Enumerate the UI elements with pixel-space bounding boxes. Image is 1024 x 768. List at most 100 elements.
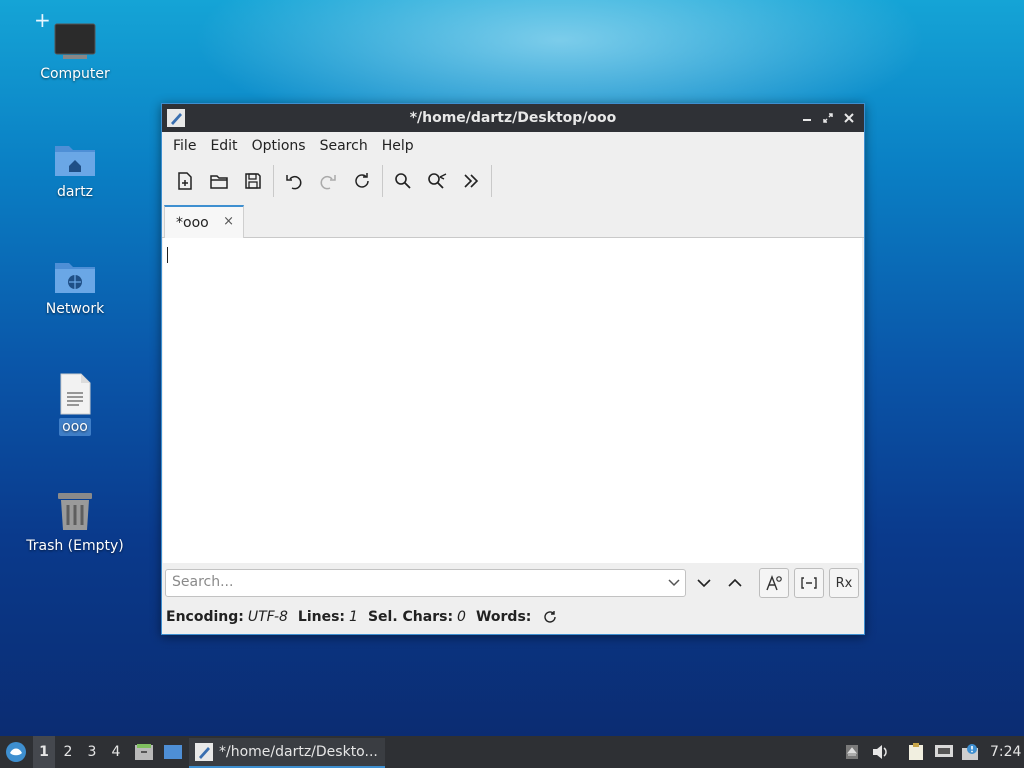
menu-search[interactable]: Search xyxy=(313,138,375,154)
words-label: Words: xyxy=(475,609,532,625)
text-file-icon xyxy=(60,373,91,415)
menu-edit[interactable]: Edit xyxy=(203,138,244,154)
search-input[interactable] xyxy=(166,570,658,594)
desktop-icon-label: Network xyxy=(45,301,105,317)
menu-options[interactable]: Options xyxy=(245,138,313,154)
close-icon xyxy=(844,113,854,123)
text-editor-app-icon xyxy=(167,109,185,127)
desktop-icon-home-folder[interactable]: dartz xyxy=(20,140,130,200)
search-combobox[interactable] xyxy=(165,569,686,597)
menu-file[interactable]: File xyxy=(166,138,203,154)
arrow-down-icon xyxy=(697,579,711,588)
taskbar-window-item[interactable]: */home/dartz/Deskto... xyxy=(189,738,385,768)
file-manager-launcher[interactable] xyxy=(132,736,156,768)
workspace-3[interactable]: 3 xyxy=(81,736,103,768)
match-case-button[interactable] xyxy=(759,568,789,598)
encoding-label: Encoding: xyxy=(166,609,244,625)
save-button[interactable] xyxy=(236,164,270,198)
lines-label: Lines: xyxy=(297,609,346,625)
chevron-double-right-icon xyxy=(464,174,479,188)
show-desktop-button[interactable] xyxy=(161,736,185,768)
text-editing-area[interactable] xyxy=(163,238,862,563)
desktop-icon-network[interactable]: Network xyxy=(20,257,130,317)
clipboard-icon xyxy=(909,743,923,760)
open-file-button[interactable] xyxy=(202,164,236,198)
tab-bar: *ooo × xyxy=(162,202,864,238)
lxqt-logo-icon xyxy=(6,742,26,762)
network-wired-icon xyxy=(935,745,953,757)
close-button[interactable] xyxy=(839,104,859,132)
start-menu-button[interactable] xyxy=(3,736,29,768)
desktop-icon-label: dartz xyxy=(56,184,94,200)
tray-notification-button[interactable] xyxy=(960,736,982,768)
text-editor-app-icon xyxy=(195,743,213,761)
toolbar xyxy=(162,160,864,202)
notification-icon xyxy=(962,744,978,760)
more-tools-button[interactable] xyxy=(454,164,488,198)
text-caret xyxy=(167,247,168,263)
tray-eject-button[interactable] xyxy=(842,736,862,768)
search-icon xyxy=(395,173,411,189)
workspace-1[interactable]: 1 xyxy=(33,736,55,768)
restore-button[interactable] xyxy=(818,104,838,132)
find-previous-button[interactable] xyxy=(724,573,746,593)
tray-network-button[interactable] xyxy=(933,736,955,768)
redo-icon xyxy=(320,175,336,190)
whole-word-icon xyxy=(801,577,817,589)
desktop-icon-label: Computer xyxy=(40,66,110,82)
new-file-icon xyxy=(178,172,192,190)
save-icon xyxy=(245,173,261,189)
redo-button[interactable] xyxy=(311,164,345,198)
eject-icon xyxy=(846,745,858,759)
chevron-down-icon[interactable] xyxy=(667,574,681,590)
text-editor-window: */home/dartz/Desktop/ooo File Edit Optio… xyxy=(161,103,865,635)
find-next-button[interactable] xyxy=(693,573,715,593)
menu-bar: File Edit Options Search Help xyxy=(162,132,864,160)
status-bar: Encoding: UTF-8 Lines: 1 Sel. Chars: 0 W… xyxy=(166,607,557,627)
toolbar-separator xyxy=(382,165,383,197)
menu-help[interactable]: Help xyxy=(375,138,421,154)
lines-value: 1 xyxy=(349,609,358,625)
encoding-value[interactable]: UTF-8 xyxy=(248,609,288,625)
regex-button[interactable]: Rx xyxy=(829,568,859,598)
find-replace-button[interactable] xyxy=(420,164,454,198)
file-manager-icon xyxy=(135,744,153,760)
minimize-button[interactable] xyxy=(797,104,817,132)
computer-icon xyxy=(54,23,96,59)
trash-icon xyxy=(58,493,92,530)
desktop-icon-file-ooo[interactable]: ooo xyxy=(20,373,130,436)
desktop-icon-computer[interactable]: Computer xyxy=(20,22,130,82)
clock[interactable]: 7:24 xyxy=(990,736,1021,768)
whole-word-button[interactable] xyxy=(794,568,824,598)
match-case-icon xyxy=(766,575,782,591)
arrow-up-icon xyxy=(728,578,742,587)
workspace-4[interactable]: 4 xyxy=(105,736,127,768)
new-file-button[interactable] xyxy=(168,164,202,198)
desktop-icon-trash[interactable]: Trash (Empty) xyxy=(20,490,130,554)
restore-icon xyxy=(823,113,833,123)
find-replace-icon xyxy=(428,173,447,189)
desktop-icon-label: ooo xyxy=(59,418,91,436)
tab-ooo[interactable]: *ooo × xyxy=(164,205,244,238)
taskbar: 1 2 3 4 */home/dartz/Deskto... 7:24 xyxy=(0,736,1024,768)
window-title: */home/dartz/Desktop/ooo xyxy=(409,110,617,126)
search-bar: Rx xyxy=(165,568,861,598)
regex-label: Rx xyxy=(835,575,853,591)
toolbar-separator xyxy=(491,165,492,197)
find-button[interactable] xyxy=(386,164,420,198)
tray-volume-button[interactable] xyxy=(869,736,891,768)
reload-button[interactable] xyxy=(345,164,379,198)
network-folder-icon xyxy=(55,263,95,293)
tab-label: *ooo xyxy=(176,214,209,231)
desktop-icon-label: Trash (Empty) xyxy=(26,538,124,554)
refresh-word-count-icon[interactable] xyxy=(543,610,557,624)
undo-button[interactable] xyxy=(277,164,311,198)
taskbar-window-label: */home/dartz/Deskto... xyxy=(219,744,378,760)
workspace-2[interactable]: 2 xyxy=(57,736,79,768)
volume-icon xyxy=(873,745,887,759)
tab-close-icon[interactable]: × xyxy=(223,214,234,229)
window-titlebar[interactable]: */home/dartz/Desktop/ooo xyxy=(162,104,864,132)
tray-clipboard-button[interactable] xyxy=(905,736,927,768)
sel-chars-value: 0 xyxy=(457,609,466,625)
minimize-icon xyxy=(803,119,811,121)
